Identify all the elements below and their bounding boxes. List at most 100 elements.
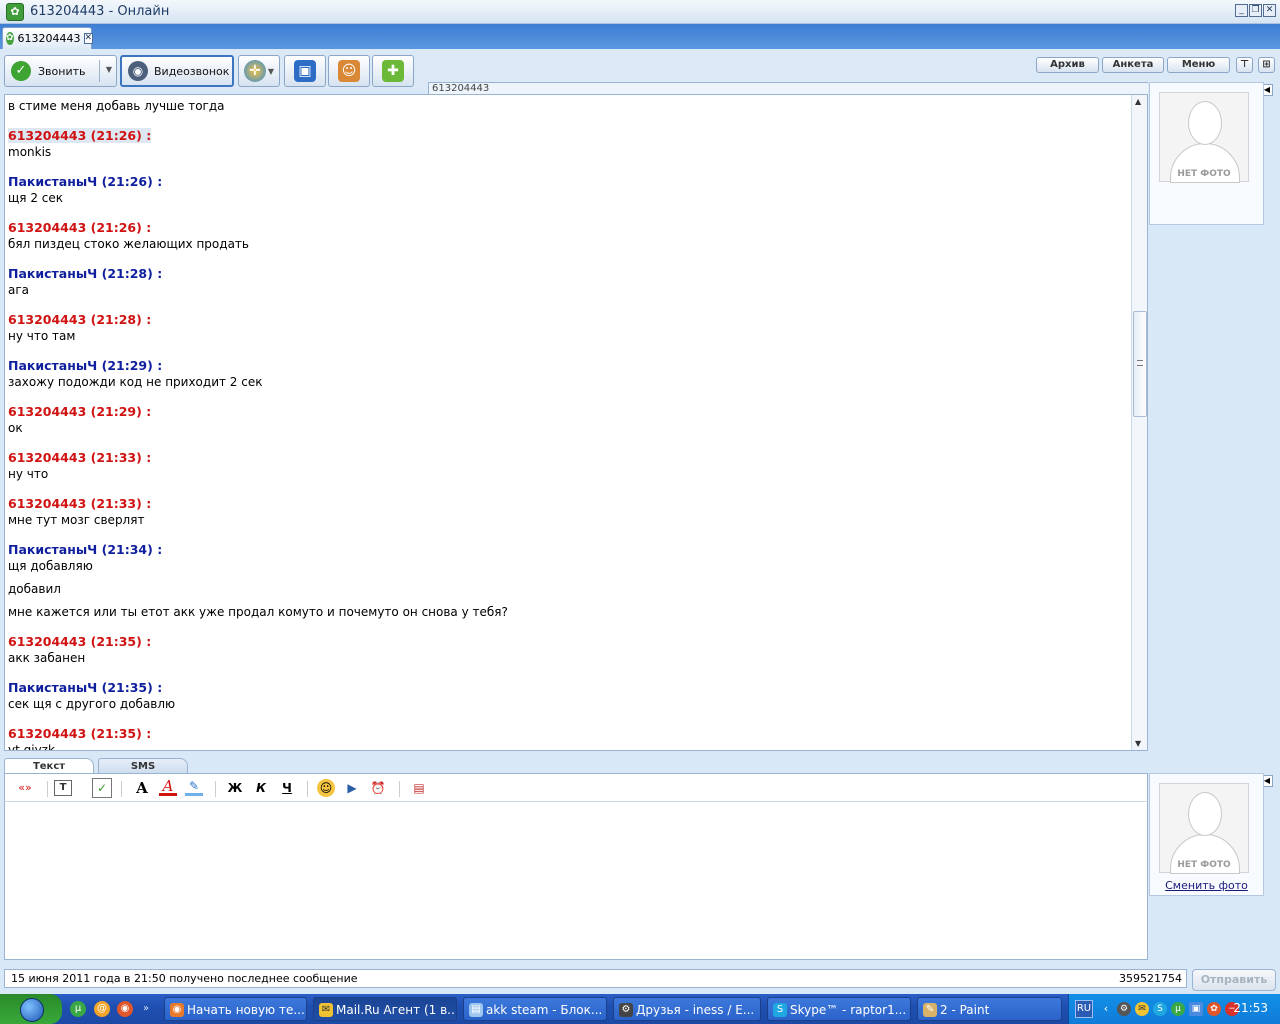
utorrent-icon[interactable]: µ <box>70 1001 86 1017</box>
mailru-tray-icon[interactable]: ✉ <box>1135 1002 1149 1016</box>
envelope-icon: ✉ <box>319 1003 333 1017</box>
message-input[interactable] <box>4 802 1148 960</box>
message-text: добавил <box>8 582 61 596</box>
quote-button[interactable]: «» <box>13 779 37 797</box>
grid-button[interactable]: ⊞ <box>1258 57 1275 73</box>
message-author: 613204443 (21:33) : <box>8 496 152 511</box>
format-toolbar: «» T ✓ A A ✎ Ж К Ч ☺ ▶ ⏰ ▤ <box>4 773 1148 802</box>
message-text: мне кажется или ты етот акк уже продал к… <box>8 605 508 619</box>
italic-icon[interactable]: К <box>253 779 269 797</box>
network-icon[interactable]: ▣ <box>1189 1002 1203 1016</box>
menu-button[interactable]: Меню <box>1167 57 1230 73</box>
windows-logo-icon <box>20 998 44 1022</box>
composer-tabs: Текст SMS <box>4 758 1148 774</box>
globe-icon: ✛ <box>243 60 266 82</box>
no-photo-label: НЕТ ФОТО <box>1177 860 1231 870</box>
web-button[interactable]: ✛ ▼ <box>238 55 280 87</box>
video-call-button[interactable]: ◉ Видеозвонок <box>120 55 234 87</box>
task-steam-friends[interactable]: ⚙ Друзья - iness / E... <box>613 997 761 1021</box>
browser-icon[interactable]: ◉ <box>117 1001 133 1017</box>
message-text: в стиме меня добавь лучше тогда <box>8 99 225 113</box>
paint-icon: ✎ <box>923 1003 937 1017</box>
text-template-icon[interactable]: T <box>54 780 72 796</box>
floppy-disk-icon: ▣ <box>294 60 316 82</box>
steam-tray-icon[interactable]: ⚙ <box>1117 1002 1131 1016</box>
alarm-icon[interactable]: ⏰ <box>369 779 387 797</box>
task-skype[interactable]: S Skype™ - raptor1... <box>767 997 911 1021</box>
task-firefox[interactable]: ◉ Начать новую те... <box>164 997 307 1021</box>
message-author: 613204443 (21:26) : <box>8 220 152 235</box>
message-text: yt gjyzk <box>8 743 55 751</box>
agent-tray-icon[interactable]: ✿ <box>1207 1002 1221 1016</box>
chevron-right-icon[interactable]: » <box>141 1001 151 1017</box>
call-button[interactable]: ✓ Звонить ▼ <box>4 55 117 87</box>
font-color-icon[interactable]: A <box>159 779 177 796</box>
message-text: ок <box>8 421 23 435</box>
task-notepad[interactable]: ▤ akk steam - Блок... <box>463 997 607 1021</box>
font-icon[interactable]: A <box>133 779 151 797</box>
users-icon: ☺ <box>338 60 360 82</box>
minimize-button[interactable]: _ <box>1235 4 1248 17</box>
message-text: бял пиздец стоко желающих продать <box>8 237 249 251</box>
save-button[interactable]: ▣ <box>284 55 326 87</box>
mailru-icon[interactable]: @ <box>94 1001 110 1017</box>
call-label: Звонить <box>38 64 86 78</box>
checkmark-icon: ✓ <box>11 61 31 81</box>
task-mailru-agent[interactable]: ✉ Mail.Ru Агент (1 в... <box>313 997 457 1021</box>
webcam-icon: ◉ <box>128 61 148 81</box>
close-tab-icon[interactable]: ✕ <box>83 33 94 44</box>
message-author: ПакистаныЧ (21:28) : <box>8 266 163 281</box>
underline-icon[interactable]: Ч <box>279 779 295 797</box>
add-contact-button[interactable]: ✚ <box>372 55 414 87</box>
chat-scrollbar[interactable]: ▲ ▼ <box>1131 95 1147 750</box>
message-author: ПакистаныЧ (21:34) : <box>8 542 163 557</box>
smiley-icon[interactable]: ☺ <box>317 779 335 797</box>
spellcheck-icon[interactable]: ✓ <box>92 778 112 798</box>
language-indicator[interactable]: RU <box>1075 1000 1093 1018</box>
task-label: Начать новую те... <box>187 1003 305 1017</box>
send-button[interactable]: Отправить <box>1192 969 1276 991</box>
tab-strip: ✿ 613204443 ✕ <box>0 24 1280 49</box>
tab-sms[interactable]: SMS <box>98 758 188 774</box>
chat-history[interactable]: в стиме меня добавь лучше тогда 61320444… <box>4 94 1148 751</box>
scroll-up-icon[interactable]: ▲ <box>1135 97 1141 106</box>
firefox-icon: ◉ <box>170 1003 184 1017</box>
message-text: щя 2 сек <box>8 191 64 205</box>
video-call-label: Видеозвонок <box>154 64 230 78</box>
contact-avatar: НЕТ ФОТО <box>1159 92 1249 183</box>
change-photo-link[interactable]: Сменить фото <box>1150 879 1263 892</box>
message-author: 613204443 (21:26) : <box>8 128 152 143</box>
chevron-left-icon[interactable]: ‹ <box>1099 1002 1113 1016</box>
task-paint[interactable]: ✎ 2 - Paint <box>917 997 1062 1021</box>
uin-counter: 359521754 <box>1119 972 1182 985</box>
chat-tab[interactable]: ✿ 613204443 ✕ <box>2 27 94 49</box>
message-text: ну что <box>8 467 49 481</box>
skype-tray-icon[interactable]: S <box>1153 1002 1167 1016</box>
pin-button[interactable]: ⊤ <box>1236 57 1253 73</box>
restore-button[interactable]: ❐ <box>1249 4 1262 17</box>
clear-history-icon[interactable]: ▤ <box>410 779 428 797</box>
profile-button[interactable]: Анкета <box>1102 57 1164 73</box>
contacts-button[interactable]: ☺ <box>328 55 370 87</box>
bold-icon[interactable]: Ж <box>227 779 243 797</box>
window-controls: _ ❐ ✕ <box>1235 4 1276 17</box>
task-label: Mail.Ru Агент (1 в... <box>336 1003 457 1017</box>
start-button[interactable] <box>0 994 62 1024</box>
contact-photo-panel: НЕТ ФОТО <box>1149 82 1264 225</box>
message-author: 613204443 (21:29) : <box>8 404 152 419</box>
message-author: ПакистаныЧ (21:26) : <box>8 174 163 189</box>
scrollbar-thumb[interactable] <box>1133 311 1147 417</box>
message-text: акк забанен <box>8 651 86 665</box>
video-message-icon[interactable]: ▶ <box>343 779 361 797</box>
mail-agent-icon: ✿ <box>6 2 24 21</box>
archive-button[interactable]: Архив <box>1036 57 1099 73</box>
tab-text[interactable]: Текст <box>4 758 94 774</box>
message-author: ПакистаныЧ (21:29) : <box>8 358 163 373</box>
scroll-down-icon[interactable]: ▼ <box>1135 739 1141 748</box>
utorrent-tray-icon[interactable]: µ <box>1171 1002 1185 1016</box>
close-button[interactable]: ✕ <box>1263 4 1276 17</box>
message-text: щя добавляю <box>8 559 93 573</box>
message-text: мне тут мозг сверлят <box>8 513 145 527</box>
highlight-icon[interactable]: ✎ <box>185 779 203 796</box>
chevron-down-icon[interactable]: ▼ <box>106 65 112 74</box>
